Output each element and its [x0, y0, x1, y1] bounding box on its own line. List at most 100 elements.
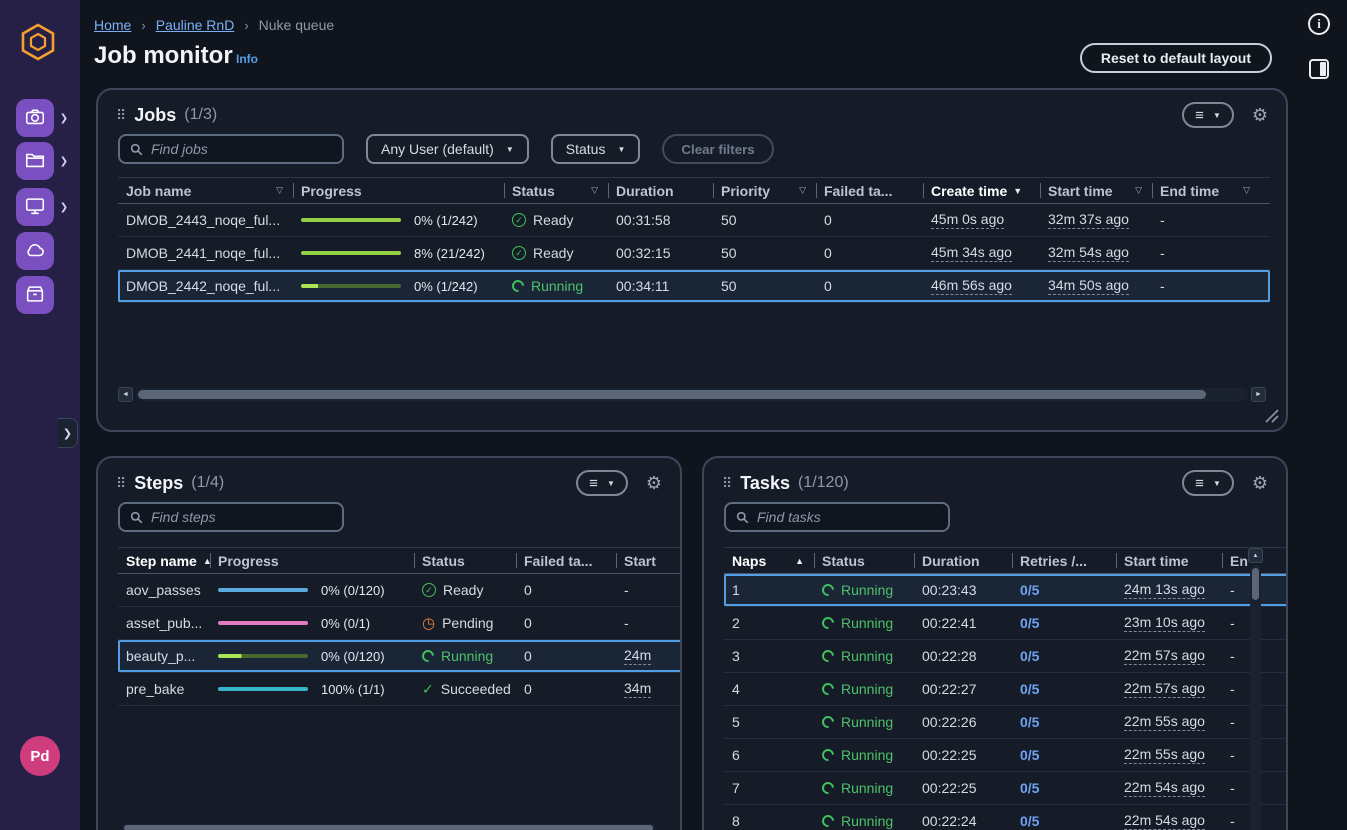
jobs-search-input[interactable]: [151, 141, 332, 157]
scrollbar-thumb[interactable]: [124, 825, 653, 830]
sidebar-item-files[interactable]: [16, 142, 54, 180]
retries-link[interactable]: 0/5: [1020, 780, 1039, 796]
gear-icon[interactable]: ⚙: [646, 474, 662, 492]
table-row[interactable]: 6 Running 00:22:25 0/5 22m 55s ago -: [724, 739, 1286, 772]
col-retries[interactable]: Retries /...: [1012, 548, 1116, 573]
drag-handle-icon[interactable]: ⠿: [722, 475, 732, 492]
reset-layout-button[interactable]: Reset to default layout: [1080, 43, 1272, 73]
col-start-time[interactable]: Start time ▽: [1040, 178, 1152, 203]
create-time-value[interactable]: 45m 34s ago: [931, 244, 1012, 262]
table-row[interactable]: 8 Running 00:22:24 0/5 22m 54s ago -: [724, 805, 1286, 830]
steps-search-input[interactable]: [151, 509, 332, 525]
chevron-right-icon[interactable]: ❯: [58, 113, 70, 124]
status-filter-dropdown[interactable]: Status ▼: [551, 134, 641, 164]
panel-resize-handle[interactable]: [1265, 409, 1279, 423]
filter-funnel-icon[interactable]: ▽: [799, 185, 806, 196]
create-time-value[interactable]: 45m 0s ago: [931, 211, 1004, 229]
filter-funnel-icon[interactable]: ▽: [591, 185, 598, 196]
col-start-time[interactable]: Start: [616, 548, 680, 573]
col-failed-tasks[interactable]: Failed ta...: [516, 548, 616, 573]
steps-horizontal-scrollbar[interactable]: [122, 824, 656, 830]
avatar[interactable]: Pd: [20, 736, 60, 776]
col-progress[interactable]: Progress: [210, 548, 414, 573]
col-duration[interactable]: Duration: [914, 548, 1012, 573]
col-end-time[interactable]: End time ▽: [1152, 178, 1260, 203]
start-time-value[interactable]: 34m 50s ago: [1048, 277, 1129, 295]
sidebar-expand-button[interactable]: ❯: [58, 418, 78, 448]
tasks-search-input[interactable]: [757, 509, 938, 525]
table-row[interactable]: asset_pub... 0% (0/1) ◷Pending 0 -: [118, 607, 680, 640]
scrollbar-thumb[interactable]: [138, 390, 1206, 399]
table-row[interactable]: DMOB_2441_noqe_ful... 8% (21/242) ✓Ready…: [118, 237, 1270, 270]
steps-actions-menu-button[interactable]: ≡ ▼: [576, 470, 628, 496]
table-row[interactable]: 4 Running 00:22:27 0/5 22m 57s ago -: [724, 673, 1286, 706]
retries-link[interactable]: 0/5: [1020, 582, 1039, 598]
scroll-right-button[interactable]: ►: [1251, 387, 1266, 402]
scrollbar-track[interactable]: [1250, 565, 1261, 830]
retries-link[interactable]: 0/5: [1020, 747, 1039, 763]
gear-icon[interactable]: ⚙: [1252, 106, 1268, 124]
start-time-value[interactable]: 22m 57s ago: [1124, 647, 1205, 665]
scrollbar-track[interactable]: [136, 388, 1248, 401]
retries-link[interactable]: 0/5: [1020, 648, 1039, 664]
start-time-value[interactable]: 22m 54s ago: [1124, 812, 1205, 830]
sidebar-item-render[interactable]: [16, 99, 54, 137]
table-row[interactable]: DMOB_2443_noqe_ful... 0% (1/242) ✓Ready …: [118, 204, 1270, 237]
start-time-value[interactable]: 22m 54s ago: [1124, 779, 1205, 797]
col-status[interactable]: Status: [414, 548, 516, 573]
filter-funnel-icon[interactable]: ▽: [1135, 185, 1142, 196]
retries-link[interactable]: 0/5: [1020, 615, 1039, 631]
app-logo-icon[interactable]: [18, 22, 58, 62]
table-row[interactable]: 7 Running 00:22:25 0/5 22m 54s ago -: [724, 772, 1286, 805]
filter-funnel-icon[interactable]: ▽: [276, 185, 283, 196]
retries-link[interactable]: 0/5: [1020, 813, 1039, 829]
breadcrumb-home-link[interactable]: Home: [94, 17, 131, 33]
drag-handle-icon[interactable]: ⠿: [116, 475, 126, 492]
drag-handle-icon[interactable]: ⠿: [116, 107, 126, 124]
table-row-selected[interactable]: 1 Running 00:23:43 0/5 24m 13s ago -: [724, 574, 1286, 607]
start-time-value[interactable]: 24m 13s ago: [1124, 581, 1205, 599]
retries-link[interactable]: 0/5: [1020, 714, 1039, 730]
scroll-up-button[interactable]: ▲: [1248, 548, 1263, 563]
side-panel-toggle-button[interactable]: [1305, 55, 1333, 83]
scrollbar-thumb[interactable]: [1252, 568, 1259, 600]
scroll-left-button[interactable]: ◄: [118, 387, 133, 402]
col-progress[interactable]: Progress: [293, 178, 504, 203]
table-row[interactable]: 5 Running 00:22:26 0/5 22m 55s ago -: [724, 706, 1286, 739]
col-status[interactable]: Status: [814, 548, 914, 573]
breadcrumb-farm-link[interactable]: Pauline RnD: [156, 17, 235, 33]
col-status[interactable]: Status ▽: [504, 178, 608, 203]
col-start-time[interactable]: Start time: [1116, 548, 1222, 573]
start-time-value[interactable]: 23m 10s ago: [1124, 614, 1205, 632]
user-filter-dropdown[interactable]: Any User (default) ▼: [366, 134, 529, 164]
col-create-time[interactable]: Create time ▼: [923, 178, 1040, 203]
table-row[interactable]: 3 Running 00:22:28 0/5 22m 57s ago -: [724, 640, 1286, 673]
create-time-value[interactable]: 46m 56s ago: [931, 277, 1012, 295]
filter-funnel-icon[interactable]: ▽: [1243, 185, 1250, 196]
chevron-right-icon[interactable]: ❯: [58, 156, 70, 167]
start-time-value[interactable]: 34m: [624, 680, 651, 698]
table-row-selected[interactable]: beauty_p... 0% (0/120) Running 0 24m: [118, 640, 680, 673]
gear-icon[interactable]: ⚙: [1252, 474, 1268, 492]
tasks-actions-menu-button[interactable]: ≡ ▼: [1182, 470, 1234, 496]
table-row[interactable]: 2 Running 00:22:41 0/5 23m 10s ago -: [724, 607, 1286, 640]
col-duration[interactable]: Duration: [608, 178, 713, 203]
col-priority[interactable]: Priority ▽: [713, 178, 816, 203]
start-time-value[interactable]: 22m 55s ago: [1124, 746, 1205, 764]
start-time-value[interactable]: 32m 37s ago: [1048, 211, 1129, 229]
help-info-button[interactable]: i: [1305, 10, 1333, 38]
start-time-value[interactable]: 22m 57s ago: [1124, 680, 1205, 698]
col-failed-tasks[interactable]: Failed ta...: [816, 178, 923, 203]
col-naps[interactable]: Naps ▲: [724, 548, 814, 573]
table-row[interactable]: pre_bake 100% (1/1) ✓Succeeded 0 34m: [118, 673, 680, 706]
jobs-actions-menu-button[interactable]: ≡ ▼: [1182, 102, 1234, 128]
sidebar-item-storage[interactable]: [16, 276, 54, 314]
col-step-name[interactable]: Step name ▲: [118, 548, 210, 573]
chevron-right-icon[interactable]: ❯: [58, 202, 70, 213]
info-link[interactable]: Info: [236, 52, 258, 66]
col-job-name[interactable]: Job name ▽: [118, 178, 293, 203]
sidebar-item-monitor[interactable]: [16, 188, 54, 226]
start-time-value[interactable]: 22m 55s ago: [1124, 713, 1205, 731]
start-time-value[interactable]: 24m: [624, 647, 651, 665]
start-time-value[interactable]: 32m 54s ago: [1048, 244, 1129, 262]
